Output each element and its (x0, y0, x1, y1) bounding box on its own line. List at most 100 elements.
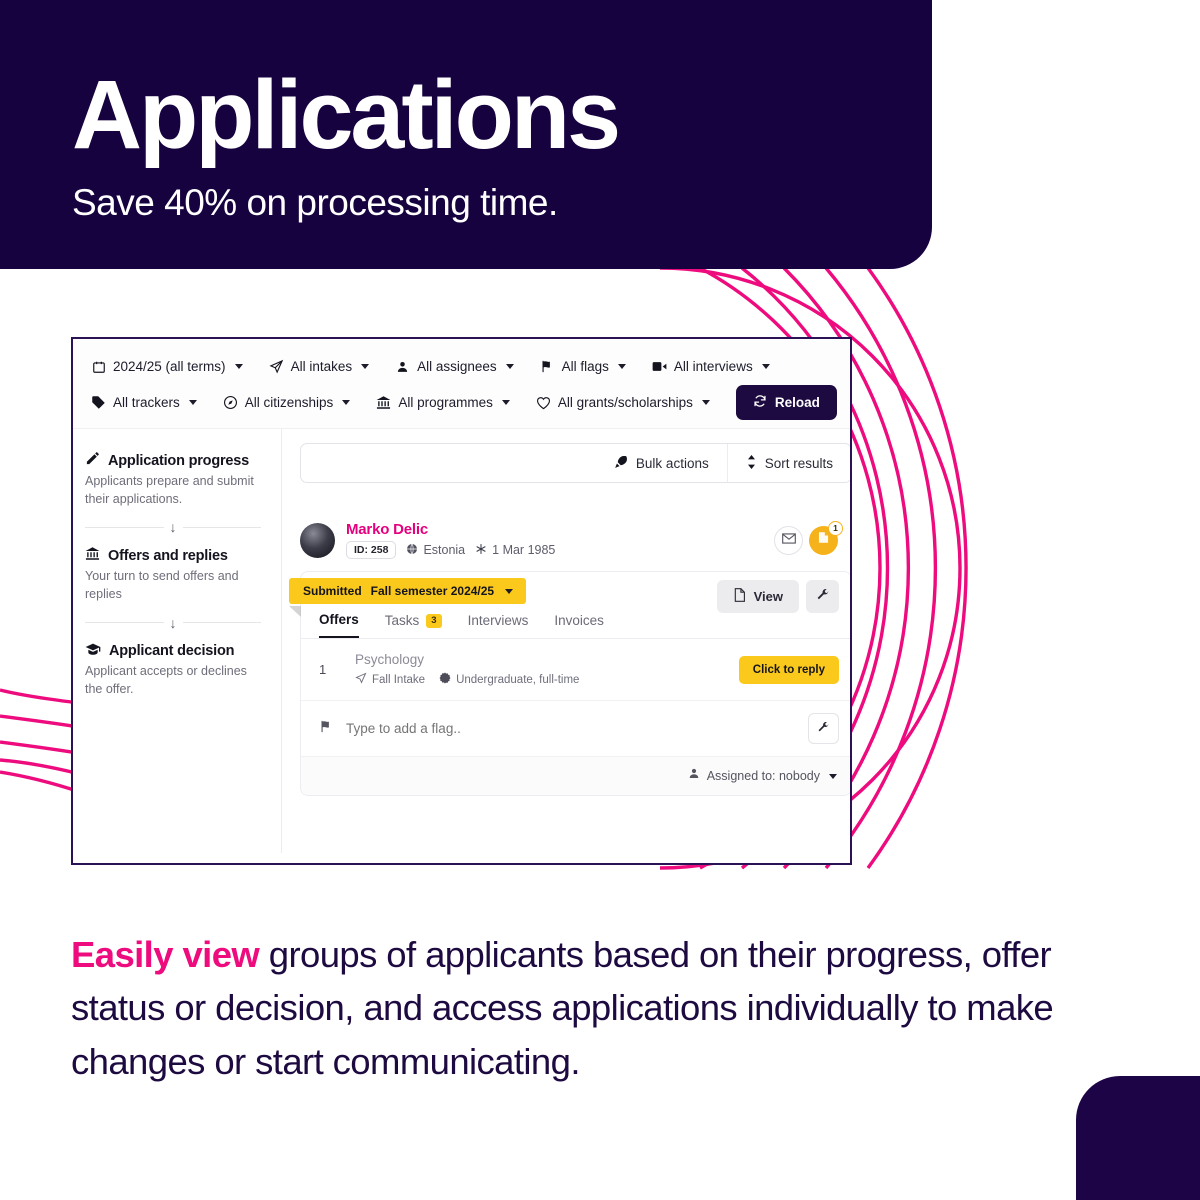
card-settings-button[interactable] (806, 580, 839, 613)
tab-interviews[interactable]: Interviews (468, 613, 529, 637)
assign-row[interactable]: Assigned to: nobody (301, 757, 850, 795)
flag-input[interactable] (346, 721, 796, 736)
badge-seal-icon (439, 672, 451, 687)
offer-number: 1 (319, 662, 327, 677)
results-toolbar: Bulk actions Sort results (300, 443, 850, 483)
filter-assignees[interactable]: All assignees (395, 359, 514, 374)
chevron-down-icon (505, 364, 514, 369)
sort-icon (746, 454, 757, 472)
filter-trackers[interactable]: All trackers (91, 395, 197, 410)
reload-button[interactable]: Reload (735, 385, 837, 420)
applicant-identity: Marko Delic ID: 258 Estonia 1 Mar 1985 (346, 521, 555, 559)
corner-decoration (1076, 1076, 1200, 1200)
filter-citizenships-label: All citizenships (244, 395, 334, 410)
chevron-down-icon (617, 364, 626, 369)
card-actions: View (716, 580, 839, 613)
assigned-to-label: Assigned to: nobody (706, 769, 820, 783)
person-icon (688, 767, 700, 785)
filter-flags[interactable]: All flags (540, 359, 626, 374)
flag-icon (540, 359, 555, 374)
avatar (300, 522, 335, 558)
tab-tasks[interactable]: Tasks 3 (385, 613, 442, 637)
tab-offers[interactable]: Offers (319, 612, 359, 638)
offer-details: Psychology Fall Intake Undergraduate, fu… (355, 652, 579, 687)
paper-plane-icon (269, 359, 284, 374)
filter-intakes[interactable]: All intakes (269, 359, 370, 374)
stage-description: Your turn to send offers and replies (85, 569, 239, 602)
stage-title: Offers and replies (85, 546, 261, 565)
applicant-header: Marko Delic ID: 258 Estonia 1 Mar 1985 1 (300, 520, 850, 559)
filter-programmes[interactable]: All programmes (376, 395, 510, 410)
filter-interviews[interactable]: All interviews (652, 359, 770, 374)
bulk-actions-button[interactable]: Bulk actions (596, 444, 727, 482)
hero-header: Applications Save 40% on processing time… (0, 0, 932, 269)
applicant-birthdate: 1 Mar 1985 (475, 543, 555, 558)
stage-list: Application progress Applicants prepare … (73, 429, 282, 853)
offer-intake: Fall Intake (355, 672, 425, 687)
stage-applicant-decision[interactable]: Applicant decision Applicant accepts or … (85, 642, 261, 698)
applicant-meta: ID: 258 Estonia 1 Mar 1985 (346, 541, 555, 559)
tag-icon (91, 395, 106, 410)
wrench-icon (816, 588, 830, 605)
stage-application-progress[interactable]: Application progress Applicants prepare … (85, 451, 261, 508)
arrow-down-icon: ↓ (169, 519, 177, 536)
chevron-down-icon (342, 400, 351, 405)
graduation-cap-icon (85, 642, 101, 660)
sort-results-label: Sort results (764, 455, 833, 471)
divider (182, 526, 261, 528)
filter-flags-label: All flags (561, 359, 609, 374)
sort-results-button[interactable]: Sort results (726, 444, 850, 482)
view-button[interactable]: View (716, 580, 799, 613)
chevron-down-icon (505, 588, 514, 594)
filter-grants[interactable]: All grants/scholarships (536, 395, 710, 410)
chevron-down-icon (701, 400, 710, 405)
filter-term[interactable]: 2024/25 (all terms) (91, 359, 243, 374)
ribbon-fold (289, 606, 301, 617)
filter-interviews-label: All interviews (673, 359, 753, 374)
applicant-name[interactable]: Marko Delic (346, 521, 555, 538)
stage-title: Applicant decision (85, 642, 261, 660)
caption: Easily view groups of applicants based o… (71, 928, 1061, 1088)
stage-separator: ↓ (85, 616, 261, 630)
page-title: Applications (72, 60, 621, 169)
stage-title-text: Applicant decision (109, 642, 235, 659)
chevron-down-icon (501, 400, 510, 405)
flag-row (301, 701, 850, 757)
tab-label: Offers (319, 612, 359, 627)
stage-title: Application progress (85, 451, 261, 470)
tab-label: Interviews (467, 613, 529, 628)
flag-settings-button[interactable] (808, 713, 839, 744)
bank-icon (85, 546, 100, 565)
country-label: Estonia (423, 543, 466, 557)
notes-button[interactable]: 1 (809, 520, 843, 555)
asterisk-icon (475, 543, 487, 558)
tab-badge: 3 (426, 613, 442, 628)
applicant-country: Estonia (406, 543, 465, 558)
filter-term-label: 2024/25 (all terms) (113, 359, 226, 374)
filter-citizenships[interactable]: All citizenships (223, 395, 351, 410)
filter-bar: 2024/25 (all terms) All intakes All assi… (73, 339, 850, 429)
divider (85, 622, 164, 623)
stage-separator: ↓ (85, 520, 261, 534)
calendar-icon (91, 359, 106, 374)
page-subtitle: Save 40% on processing time. (72, 182, 558, 224)
tab-invoices[interactable]: Invoices (554, 613, 604, 637)
click-to-reply-button[interactable]: Click to reply (738, 655, 839, 684)
filter-assignees-label: All assignees (417, 359, 497, 374)
pencil-icon (85, 451, 100, 470)
applicant-actions: 1 (774, 520, 850, 555)
person-icon (395, 359, 410, 374)
reload-label: Reload (774, 395, 820, 410)
filter-row-2: All trackers All citizenships All progra… (91, 385, 837, 420)
stage-description: Applicants prepare and submit their appl… (85, 474, 254, 507)
filter-intakes-label: All intakes (290, 359, 353, 374)
notes-count-badge: 1 (828, 520, 843, 536)
filter-programmes-label: All programmes (398, 395, 493, 410)
divider (182, 622, 261, 623)
stage-offers-and-replies[interactable]: Offers and replies Your turn to send off… (85, 546, 261, 603)
bank-icon (376, 395, 391, 410)
wrench-icon (817, 721, 830, 737)
email-button[interactable] (774, 525, 803, 555)
heart-icon (536, 395, 551, 410)
status-ribbon[interactable]: Submitted Fall semester 2024/25 (289, 578, 527, 604)
